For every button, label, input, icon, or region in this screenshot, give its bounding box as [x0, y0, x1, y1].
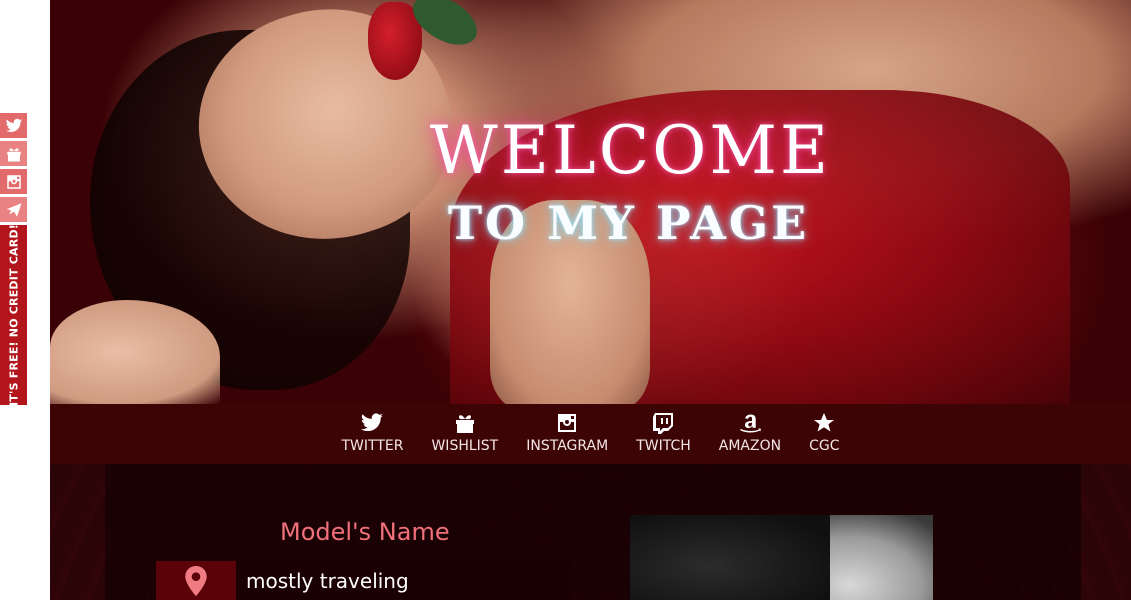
hero-banner: WELCOME TO MY PAGE [50, 0, 1131, 404]
nav-label-instagram: INSTAGRAM [526, 438, 609, 454]
model-name: Model's Name [280, 518, 450, 546]
nav-item-twitch[interactable]: TWITCH [622, 404, 705, 454]
nav-label-twitter: TWITTER [341, 438, 404, 454]
free-signup-tab[interactable]: IT'S FREE! NO CREDIT CARD! [0, 224, 27, 406]
side-message-button[interactable] [0, 197, 27, 222]
gift-icon [455, 415, 474, 433]
nav-label-amazon: AMAZON [718, 438, 782, 454]
hero-title-to-my-page: TO MY PAGE [447, 196, 810, 250]
gift-icon [6, 147, 21, 161]
location-row: mostly traveling [150, 561, 570, 600]
location-icon-box [156, 561, 236, 600]
nav-label-wishlist: WISHLIST [431, 438, 499, 454]
nav-item-twitter[interactable]: TWITTER [328, 404, 418, 454]
side-gift-button[interactable] [0, 141, 27, 166]
twitter-icon [361, 413, 384, 432]
amazon-icon [739, 414, 761, 433]
map-pin-icon [185, 565, 207, 596]
nav-label-cgc: CGC [809, 438, 840, 454]
nav-label-twitch: TWITCH [636, 438, 691, 454]
hero-title-welcome: WELCOME [429, 112, 832, 189]
instagram-icon [6, 174, 21, 189]
paper-plane-icon [6, 202, 21, 217]
instagram-icon [558, 414, 577, 432]
location-text: mostly traveling [246, 568, 409, 593]
free-signup-label: IT'S FREE! NO CREDIT CARD! [7, 224, 20, 406]
side-twitter-button[interactable] [0, 113, 27, 138]
star-icon [814, 413, 835, 432]
twitch-icon [653, 413, 674, 434]
nav-item-wishlist[interactable]: WISHLIST [417, 404, 512, 454]
side-instagram-button[interactable] [0, 169, 27, 194]
profile-photo [630, 515, 933, 600]
nav-item-amazon[interactable]: AMAZON [705, 404, 795, 454]
nav-item-cgc[interactable]: CGC [795, 404, 853, 454]
social-nav-bar: TWITTER WISHLIST INSTAGRAM TWITCH AMAZON… [50, 404, 1131, 464]
profile-photo-hair [630, 515, 830, 600]
twitter-icon [5, 118, 22, 132]
nav-item-instagram[interactable]: INSTAGRAM [512, 404, 622, 454]
side-social-bar: IT'S FREE! NO CREDIT CARD! [0, 113, 27, 406]
